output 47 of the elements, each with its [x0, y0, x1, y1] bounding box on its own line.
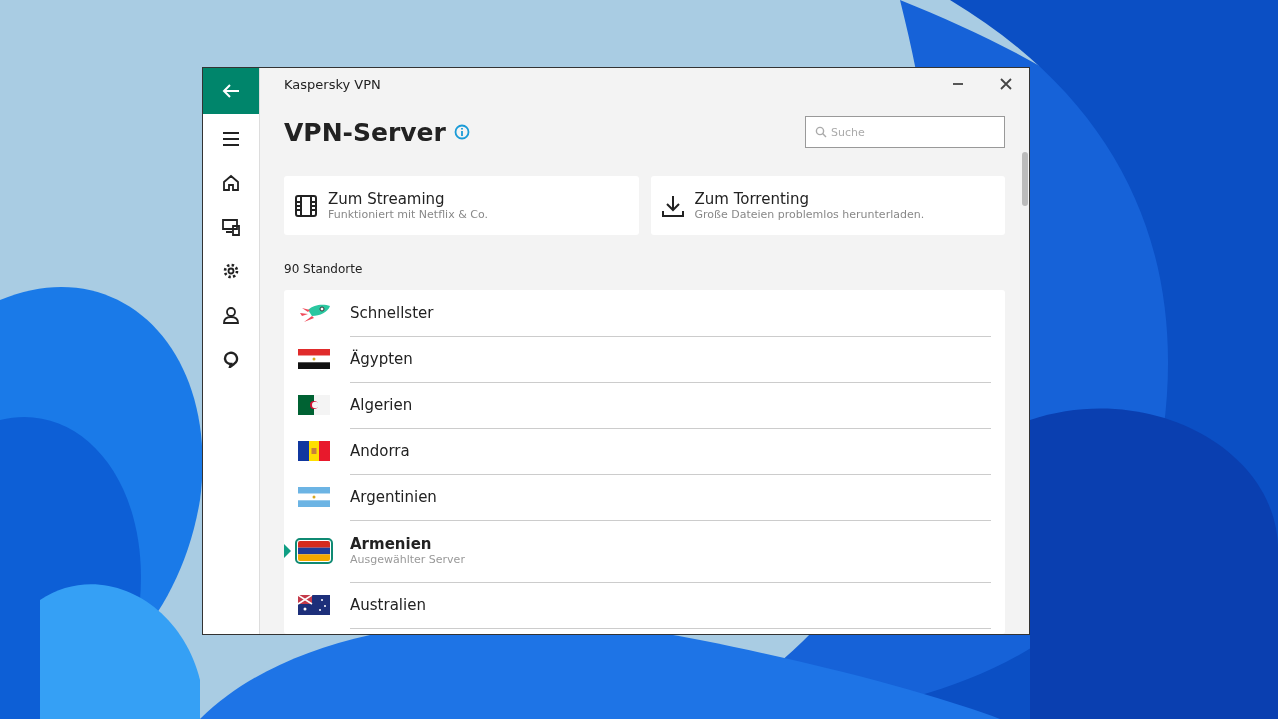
location-row[interactable]: Andorra	[298, 428, 1005, 474]
card-subtitle: Große Dateien problemlos herunterladen.	[694, 208, 925, 221]
film-icon	[294, 193, 318, 218]
location-name: Armenien	[350, 535, 433, 553]
card-subtitle: Funktioniert mit Netflix & Co.	[328, 208, 488, 221]
support-icon[interactable]	[222, 350, 240, 368]
flag-icon	[298, 595, 330, 615]
info-icon[interactable]	[453, 124, 470, 140]
location-row[interactable]: Australien	[298, 582, 1005, 628]
download-icon	[660, 193, 685, 218]
search-field[interactable]: Suche	[805, 116, 1005, 148]
home-icon[interactable]	[222, 174, 240, 192]
location-name: Andorra	[350, 441, 411, 460]
page-title: VPN-Server	[284, 117, 446, 147]
window-title: Kaspersky VPN	[284, 76, 381, 92]
arrow-left-icon	[222, 83, 240, 99]
location-row[interactable]: Algerien	[298, 382, 1005, 428]
location-status: Ausgewählter Server	[350, 553, 466, 566]
search-icon	[815, 126, 827, 138]
location-count: 90 Standorte	[284, 262, 364, 276]
selected-marker-icon	[284, 544, 291, 558]
location-row[interactable]: Ägypten	[298, 336, 1005, 382]
rocket-icon	[298, 302, 332, 324]
flag-icon	[298, 441, 330, 461]
menu-icon[interactable]	[222, 130, 240, 148]
location-row[interactable]: Armenien Ausgewählter Server	[298, 520, 1005, 582]
category-card[interactable]: Zum Torrenting Große Dateien problemlos herunterladen.	[650, 176, 1005, 235]
location-row[interactable]: Schnellster	[298, 290, 1005, 336]
back-button[interactable]	[203, 68, 259, 114]
flag-icon	[298, 349, 330, 369]
location-row[interactable]: Argentinien	[298, 474, 1005, 520]
close-icon[interactable]	[999, 77, 1013, 91]
flag-icon	[298, 395, 330, 415]
location-name: Australien	[350, 595, 427, 614]
location-name: Schnellster	[350, 303, 435, 322]
location-name: Argentinien	[350, 487, 438, 506]
flag-icon	[298, 541, 330, 561]
flag-icon	[298, 487, 330, 507]
location-name: Ägypten	[350, 349, 414, 368]
devices-icon[interactable]	[222, 218, 240, 236]
settings-icon[interactable]	[222, 262, 240, 280]
user-icon[interactable]	[222, 306, 240, 324]
card-title: Zum Torrenting	[694, 190, 810, 208]
card-title: Zum Streaming	[328, 190, 446, 208]
scrollbar-thumb[interactable]	[1022, 152, 1028, 206]
category-card[interactable]: Zum Streaming Funktioniert mit Netflix & Co.	[284, 176, 639, 235]
location-name: Algerien	[350, 395, 414, 414]
